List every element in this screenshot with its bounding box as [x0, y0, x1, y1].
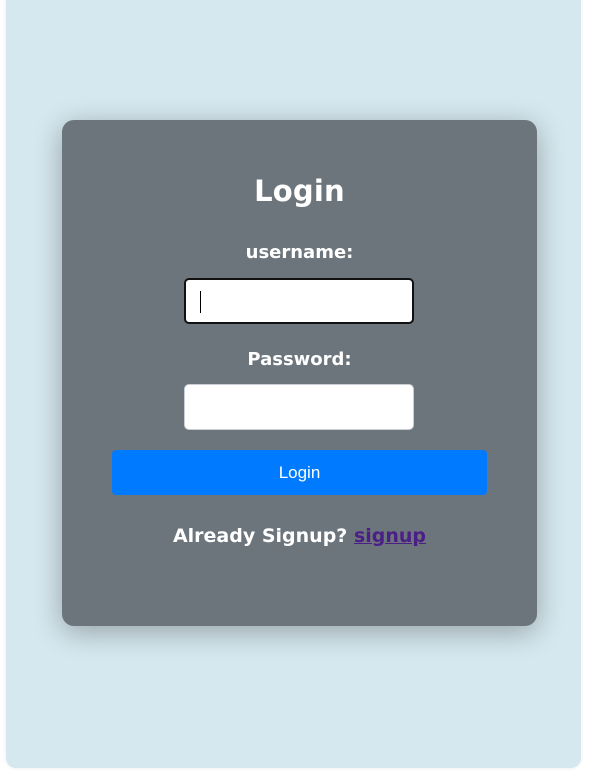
username-label: username:	[245, 242, 354, 263]
text-cursor	[200, 291, 201, 313]
password-input[interactable]	[184, 384, 414, 430]
login-title: Login	[254, 174, 345, 208]
signup-prompt-text: Already Signup?	[172, 525, 348, 547]
signup-link[interactable]: signup	[354, 525, 426, 547]
username-input[interactable]	[184, 278, 414, 324]
signup-prompt: Already Signup? signup	[62, 525, 537, 547]
page-background: Login username: Password: Login Already …	[6, 0, 581, 768]
password-label: Password:	[247, 349, 352, 370]
login-button[interactable]: Login	[112, 450, 487, 495]
login-card: Login username: Password: Login Already …	[62, 120, 537, 626]
